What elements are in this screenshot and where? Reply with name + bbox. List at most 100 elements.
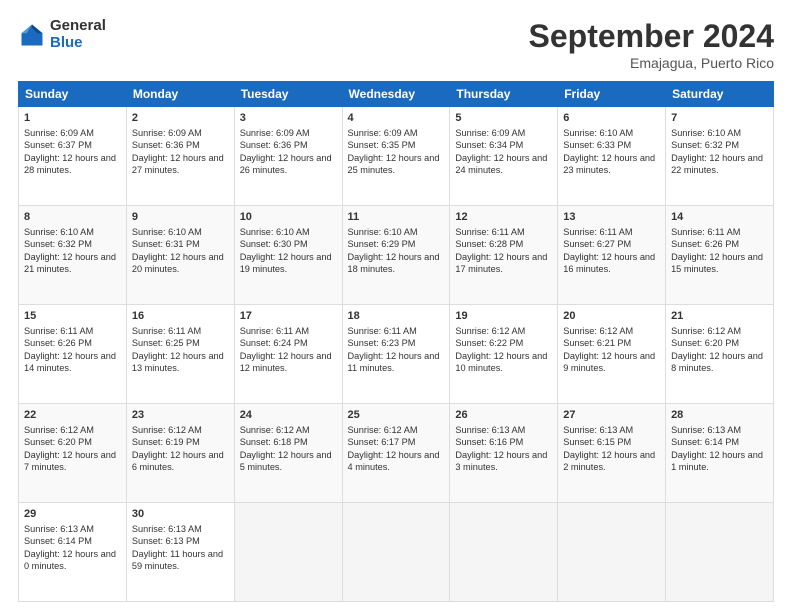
location-subtitle: Emajagua, Puerto Rico — [529, 55, 774, 71]
table-row: 24Sunrise: 6:12 AMSunset: 6:18 PMDayligh… — [234, 404, 342, 503]
day-detail: Daylight: 12 hours and 21 minutes. — [24, 251, 121, 276]
day-detail: Sunrise: 6:11 AM — [24, 325, 121, 337]
day-detail: Sunrise: 6:09 AM — [240, 127, 337, 139]
day-number: 2 — [132, 111, 229, 126]
day-detail: Sunset: 6:17 PM — [348, 436, 445, 448]
logo: General Blue — [18, 18, 106, 51]
day-detail: Sunset: 6:13 PM — [132, 535, 229, 547]
day-detail: Daylight: 12 hours and 27 minutes. — [132, 152, 229, 177]
day-detail: Sunrise: 6:09 AM — [348, 127, 445, 139]
table-row: 1Sunrise: 6:09 AMSunset: 6:37 PMDaylight… — [19, 107, 127, 206]
day-detail: Sunrise: 6:09 AM — [132, 127, 229, 139]
day-detail: Daylight: 12 hours and 16 minutes. — [563, 251, 660, 276]
table-row: 11Sunrise: 6:10 AMSunset: 6:29 PMDayligh… — [342, 206, 450, 305]
table-row: 14Sunrise: 6:11 AMSunset: 6:26 PMDayligh… — [666, 206, 774, 305]
day-detail: Sunset: 6:31 PM — [132, 238, 229, 250]
table-row: 19Sunrise: 6:12 AMSunset: 6:22 PMDayligh… — [450, 305, 558, 404]
table-row: 22Sunrise: 6:12 AMSunset: 6:20 PMDayligh… — [19, 404, 127, 503]
day-number: 30 — [132, 507, 229, 522]
day-detail: Daylight: 12 hours and 6 minutes. — [132, 449, 229, 474]
day-detail: Sunrise: 6:11 AM — [240, 325, 337, 337]
day-number: 26 — [455, 408, 552, 423]
day-number: 29 — [24, 507, 121, 522]
table-row — [234, 503, 342, 602]
day-detail: Daylight: 12 hours and 4 minutes. — [348, 449, 445, 474]
col-thursday: Thursday — [450, 82, 558, 107]
day-number: 3 — [240, 111, 337, 126]
day-detail: Sunrise: 6:13 AM — [24, 523, 121, 535]
day-number: 15 — [24, 309, 121, 324]
col-friday: Friday — [558, 82, 666, 107]
day-number: 7 — [671, 111, 768, 126]
day-detail: Sunset: 6:14 PM — [24, 535, 121, 547]
day-detail: Sunrise: 6:12 AM — [240, 424, 337, 436]
day-detail: Sunset: 6:23 PM — [348, 337, 445, 349]
table-row: 17Sunrise: 6:11 AMSunset: 6:24 PMDayligh… — [234, 305, 342, 404]
day-detail: Daylight: 12 hours and 9 minutes. — [563, 350, 660, 375]
day-detail: Sunset: 6:33 PM — [563, 139, 660, 151]
logo-blue-text: Blue — [50, 35, 106, 52]
table-row: 5Sunrise: 6:09 AMSunset: 6:34 PMDaylight… — [450, 107, 558, 206]
day-detail: Daylight: 12 hours and 19 minutes. — [240, 251, 337, 276]
header: General Blue September 2024 Emajagua, Pu… — [18, 18, 774, 71]
day-detail: Daylight: 12 hours and 5 minutes. — [240, 449, 337, 474]
day-number: 16 — [132, 309, 229, 324]
col-monday: Monday — [126, 82, 234, 107]
table-row: 18Sunrise: 6:11 AMSunset: 6:23 PMDayligh… — [342, 305, 450, 404]
day-number: 12 — [455, 210, 552, 225]
day-detail: Sunrise: 6:11 AM — [671, 226, 768, 238]
day-detail: Daylight: 12 hours and 28 minutes. — [24, 152, 121, 177]
table-row: 13Sunrise: 6:11 AMSunset: 6:27 PMDayligh… — [558, 206, 666, 305]
day-detail: Daylight: 12 hours and 3 minutes. — [455, 449, 552, 474]
day-detail: Sunrise: 6:12 AM — [132, 424, 229, 436]
day-number: 6 — [563, 111, 660, 126]
day-detail: Daylight: 12 hours and 20 minutes. — [132, 251, 229, 276]
table-row: 2Sunrise: 6:09 AMSunset: 6:36 PMDaylight… — [126, 107, 234, 206]
day-detail: Sunrise: 6:13 AM — [455, 424, 552, 436]
day-detail: Daylight: 12 hours and 0 minutes. — [24, 548, 121, 573]
day-number: 17 — [240, 309, 337, 324]
day-detail: Daylight: 12 hours and 7 minutes. — [24, 449, 121, 474]
day-detail: Daylight: 12 hours and 8 minutes. — [671, 350, 768, 375]
day-number: 10 — [240, 210, 337, 225]
day-detail: Sunrise: 6:13 AM — [132, 523, 229, 535]
day-detail: Daylight: 12 hours and 13 minutes. — [132, 350, 229, 375]
title-block: September 2024 Emajagua, Puerto Rico — [529, 18, 774, 71]
day-detail: Sunrise: 6:11 AM — [348, 325, 445, 337]
day-detail: Daylight: 12 hours and 26 minutes. — [240, 152, 337, 177]
day-number: 23 — [132, 408, 229, 423]
table-row: 16Sunrise: 6:11 AMSunset: 6:25 PMDayligh… — [126, 305, 234, 404]
calendar-week-4: 22Sunrise: 6:12 AMSunset: 6:20 PMDayligh… — [19, 404, 774, 503]
day-number: 25 — [348, 408, 445, 423]
month-title: September 2024 — [529, 18, 774, 55]
day-detail: Sunrise: 6:10 AM — [132, 226, 229, 238]
day-detail: Daylight: 12 hours and 17 minutes. — [455, 251, 552, 276]
day-detail: Sunset: 6:29 PM — [348, 238, 445, 250]
day-detail: Sunrise: 6:13 AM — [671, 424, 768, 436]
day-detail: Daylight: 11 hours and 59 minutes. — [132, 548, 229, 573]
day-detail: Daylight: 12 hours and 10 minutes. — [455, 350, 552, 375]
day-detail: Sunset: 6:18 PM — [240, 436, 337, 448]
table-row — [558, 503, 666, 602]
day-number: 14 — [671, 210, 768, 225]
day-number: 28 — [671, 408, 768, 423]
day-number: 24 — [240, 408, 337, 423]
day-detail: Sunrise: 6:12 AM — [455, 325, 552, 337]
day-number: 18 — [348, 309, 445, 324]
table-row: 29Sunrise: 6:13 AMSunset: 6:14 PMDayligh… — [19, 503, 127, 602]
day-detail: Daylight: 12 hours and 23 minutes. — [563, 152, 660, 177]
day-detail: Daylight: 12 hours and 12 minutes. — [240, 350, 337, 375]
table-row: 9Sunrise: 6:10 AMSunset: 6:31 PMDaylight… — [126, 206, 234, 305]
day-detail: Sunset: 6:28 PM — [455, 238, 552, 250]
day-detail: Sunset: 6:16 PM — [455, 436, 552, 448]
table-row: 20Sunrise: 6:12 AMSunset: 6:21 PMDayligh… — [558, 305, 666, 404]
day-detail: Sunset: 6:26 PM — [24, 337, 121, 349]
table-row: 28Sunrise: 6:13 AMSunset: 6:14 PMDayligh… — [666, 404, 774, 503]
day-number: 11 — [348, 210, 445, 225]
day-detail: Daylight: 12 hours and 25 minutes. — [348, 152, 445, 177]
day-detail: Sunset: 6:14 PM — [671, 436, 768, 448]
day-detail: Sunset: 6:32 PM — [671, 139, 768, 151]
table-row: 23Sunrise: 6:12 AMSunset: 6:19 PMDayligh… — [126, 404, 234, 503]
day-detail: Sunrise: 6:10 AM — [563, 127, 660, 139]
day-number: 19 — [455, 309, 552, 324]
